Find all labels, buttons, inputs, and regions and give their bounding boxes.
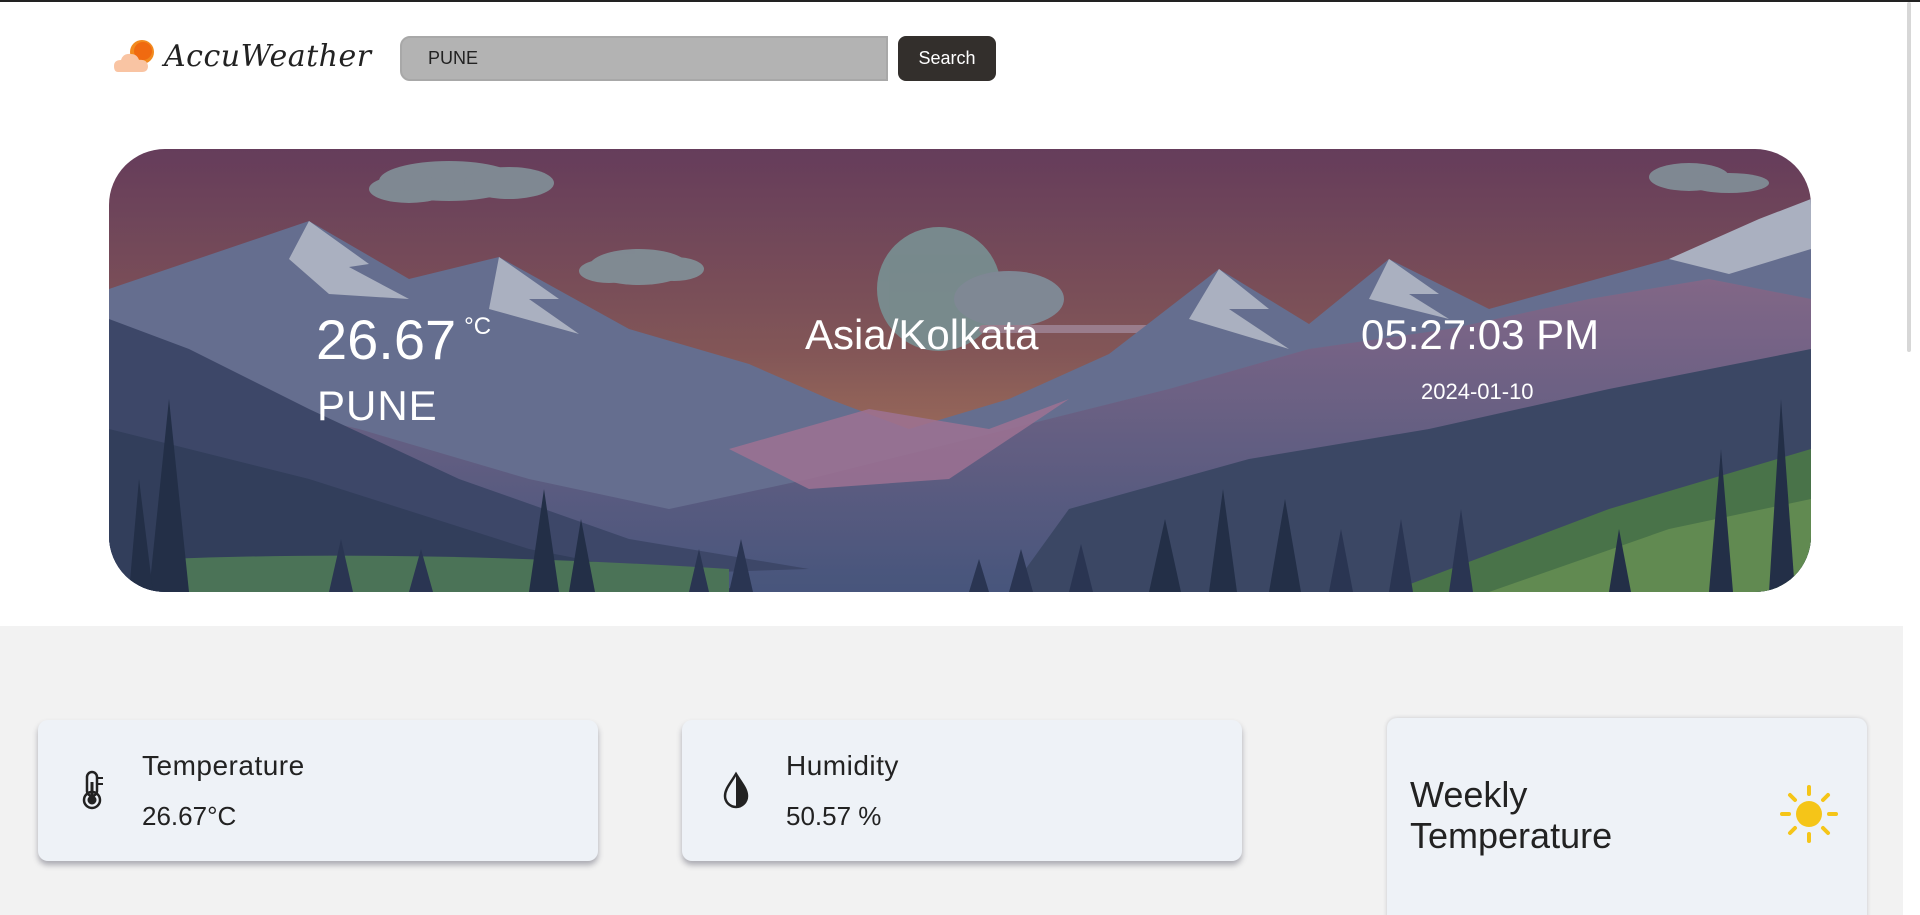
header: AccuWeather Search xyxy=(0,2,1920,626)
scrollbar-thumb[interactable] xyxy=(1907,2,1911,352)
humidity-card-value: 50.57 % xyxy=(786,801,882,831)
temperature-card: Temperature 26.67°C xyxy=(38,720,598,861)
temperature-unit: °C xyxy=(464,313,492,340)
weather-hero-banner: 26.67 °C PUNE Asia/Kolkata 05:27:03 PM 2… xyxy=(109,149,1811,592)
temperature-card-value: 26.67°C xyxy=(142,801,237,831)
droplet-icon xyxy=(722,770,750,810)
local-time: 05:27:03 PM xyxy=(1361,311,1600,358)
search-input[interactable] xyxy=(400,36,888,81)
thermometer-icon xyxy=(78,770,106,810)
scrollbar-track[interactable] xyxy=(1903,2,1920,915)
timezone-label: Asia/Kolkata xyxy=(805,311,1039,358)
humidity-card: Humidity 50.57 % xyxy=(682,720,1242,861)
logo-text: AccuWeather xyxy=(164,38,372,74)
current-temperature-value: 26.67 xyxy=(316,308,457,371)
humidity-card-label: Humidity xyxy=(786,750,899,781)
search-button[interactable]: Search xyxy=(898,36,996,81)
weekly-temperature-title: Weekly Temperature xyxy=(1410,774,1613,856)
weekly-temperature-card[interactable]: Weekly Temperature xyxy=(1387,718,1867,915)
cloud-sun-icon xyxy=(112,36,160,76)
city-name: PUNE xyxy=(317,382,438,429)
current-temperature: 26.67 °C xyxy=(316,307,491,372)
local-date: 2024-01-10 xyxy=(1421,379,1534,404)
sun-icon xyxy=(1779,784,1839,844)
temperature-card-label: Temperature xyxy=(142,750,305,781)
logo[interactable]: AccuWeather xyxy=(112,36,372,76)
details-section: Temperature 26.67°C Humidity 50.57 % Wee… xyxy=(0,626,1920,915)
